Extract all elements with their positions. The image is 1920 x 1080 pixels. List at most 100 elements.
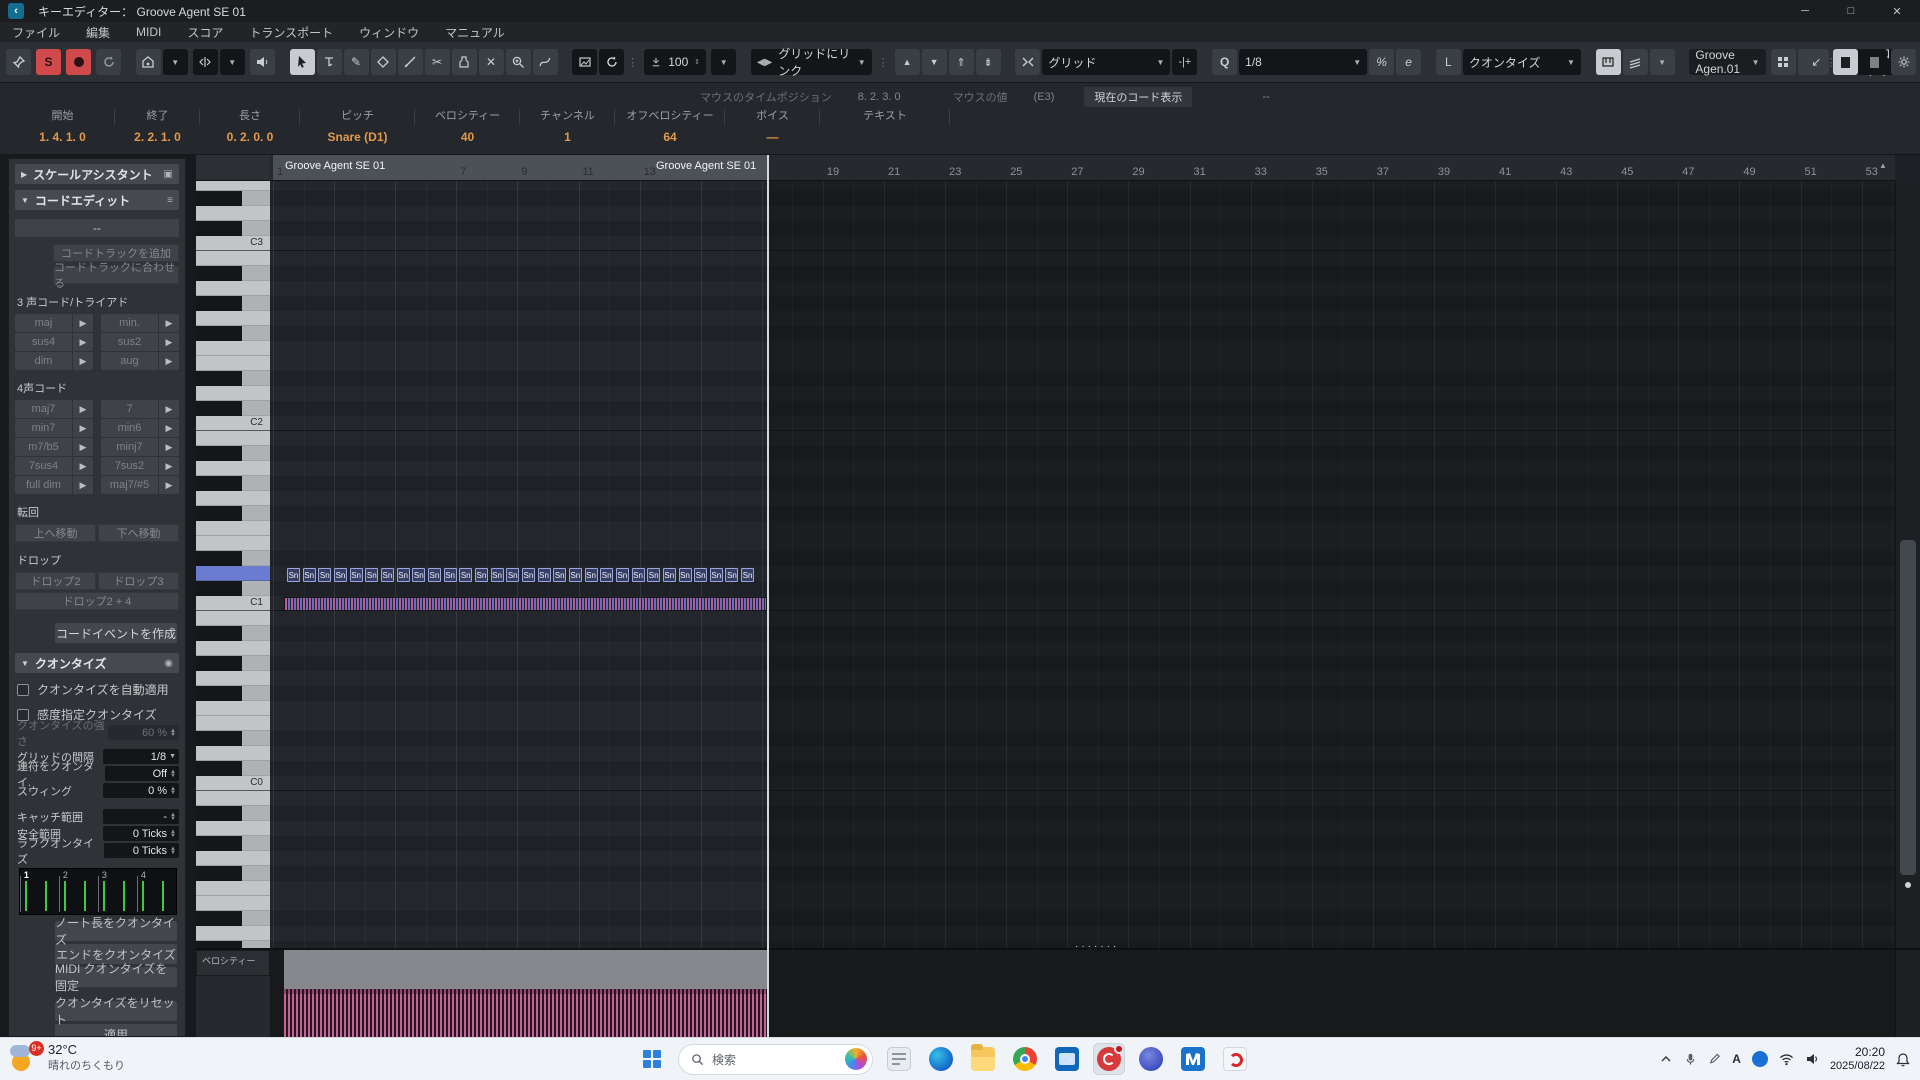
velocity-lane-label[interactable]: ベロシティー bbox=[196, 950, 270, 976]
glue-tool[interactable] bbox=[452, 49, 477, 75]
file-explorer-icon[interactable] bbox=[967, 1043, 999, 1075]
trim-tool[interactable] bbox=[317, 49, 342, 75]
piano-key-C3[interactable]: C3 bbox=[196, 236, 270, 251]
split-tool[interactable]: ✂ bbox=[425, 49, 450, 75]
part-select[interactable]: Groove Agen.01 ▼ bbox=[1689, 49, 1765, 75]
length-quantize-select[interactable]: クオンタイズ ▼ bbox=[1463, 49, 1581, 75]
steinberg-app-icon[interactable] bbox=[1219, 1043, 1251, 1075]
piano-key-B1[interactable] bbox=[196, 431, 270, 446]
info-field[interactable]: ボイス— bbox=[725, 107, 820, 144]
transpositions-dropdown[interactable]: ▼ bbox=[220, 49, 245, 75]
midi-note-snare[interactable]: Sn bbox=[725, 568, 738, 582]
tray-chevron-icon[interactable] bbox=[1659, 1052, 1673, 1066]
chord-play-arrow-icon[interactable]: ▶ bbox=[73, 457, 93, 475]
piano-key-B2[interactable] bbox=[196, 251, 270, 266]
midi-note-snare[interactable]: Sn bbox=[303, 568, 316, 582]
move-up-inversion-button[interactable]: 上へ移動 bbox=[15, 524, 96, 542]
retrospective-record-button[interactable] bbox=[96, 49, 121, 75]
quantize-action-button[interactable]: ノート長をクオンタイズ bbox=[55, 921, 177, 941]
piano-key-G0[interactable] bbox=[196, 671, 270, 686]
chord-button-maj7[interactable]: maj7▶ bbox=[15, 400, 93, 418]
piano-key-C#0[interactable] bbox=[196, 761, 270, 776]
quantize-setting-value[interactable]: 0 Ticks▲▼ bbox=[103, 826, 179, 841]
piano-key-G2[interactable] bbox=[196, 311, 270, 326]
piano-key-G#-1[interactable] bbox=[196, 836, 270, 851]
info-field-value[interactable]: 0. 2. 0. 0 bbox=[200, 130, 300, 144]
midi-note-snare[interactable]: Sn bbox=[585, 568, 598, 582]
nudge-grid-select[interactable]: ◀▶ グリッドにリンク ▼ bbox=[751, 49, 872, 75]
chord-button-7[interactable]: 7▶ bbox=[101, 400, 179, 418]
quantize-icon-button[interactable]: Q bbox=[1212, 49, 1237, 75]
midi-note-snare[interactable]: Sn bbox=[600, 568, 613, 582]
piano-key-B-1[interactable] bbox=[196, 791, 270, 806]
chord-play-arrow-icon[interactable]: ▶ bbox=[73, 314, 93, 332]
piano-key-D-1[interactable] bbox=[196, 926, 270, 941]
draw-tool[interactable]: ✎ bbox=[344, 49, 369, 75]
piano-key-E3[interactable] bbox=[196, 181, 270, 191]
bluetooth-tray-icon[interactable] bbox=[1752, 1051, 1768, 1067]
chord-play-arrow-icon[interactable]: ▶ bbox=[159, 419, 179, 437]
mute-tool[interactable]: ✕ bbox=[479, 49, 504, 75]
iterative-quantize-button[interactable]: % bbox=[1369, 49, 1394, 75]
chord-button-fulldim[interactable]: full dim▶ bbox=[15, 476, 93, 494]
piano-key-F2[interactable] bbox=[196, 341, 270, 356]
grid-type-button[interactable]: -|+ bbox=[1172, 49, 1197, 75]
piano-key-G#0[interactable] bbox=[196, 656, 270, 671]
menu-item-マニュアル[interactable]: マニュアル bbox=[445, 24, 505, 41]
stepper-icon[interactable]: ▲▼ bbox=[170, 830, 176, 838]
pitch-visibility-button[interactable] bbox=[136, 49, 161, 75]
record-button[interactable] bbox=[66, 49, 91, 75]
piano-key-E0[interactable] bbox=[196, 716, 270, 731]
vertical-scrollbar-thumb[interactable] bbox=[1900, 540, 1916, 875]
piano-key-F#-1[interactable] bbox=[196, 866, 270, 881]
info-field-value[interactable]: — bbox=[725, 130, 820, 144]
piano-key-A0[interactable] bbox=[196, 641, 270, 656]
quantize-action-button[interactable]: MIDI クオンタイズを固定 bbox=[55, 967, 177, 987]
velocity-lane[interactable] bbox=[270, 950, 1895, 1037]
chord-play-arrow-icon[interactable]: ▶ bbox=[159, 457, 179, 475]
piano-key-C1[interactable]: C1 bbox=[196, 596, 270, 611]
chord-play-arrow-icon[interactable]: ▶ bbox=[159, 333, 179, 351]
piano-key-D#3[interactable] bbox=[196, 191, 270, 206]
solo-editor-button[interactable]: S bbox=[36, 49, 61, 75]
weather-widget[interactable]: 9+ 32°C 晴れのちくもり bbox=[10, 1042, 125, 1073]
menu-item-編集[interactable]: 編集 bbox=[86, 24, 110, 41]
info-field[interactable]: ピッチSnare (D1) bbox=[300, 107, 415, 144]
piano-key-C#2[interactable] bbox=[196, 401, 270, 416]
quantize-preset-select[interactable]: 1/8 ▼ bbox=[1239, 49, 1367, 75]
piano-key-A#0[interactable] bbox=[196, 626, 270, 641]
midi-note-snare[interactable]: Sn bbox=[522, 568, 535, 582]
chord-button-7sus2[interactable]: 7sus2▶ bbox=[101, 457, 179, 475]
piano-key-A#-1[interactable] bbox=[196, 806, 270, 821]
search-box[interactable]: 検索 bbox=[678, 1044, 873, 1075]
piano-key-F#1[interactable] bbox=[196, 506, 270, 521]
chord-play-arrow-icon[interactable]: ▶ bbox=[159, 476, 179, 494]
auto-apply-quantize-row[interactable]: クオンタイズを自動適用 bbox=[17, 681, 179, 698]
pen-icon[interactable] bbox=[1708, 1052, 1721, 1066]
piano-key-A1[interactable] bbox=[196, 461, 270, 476]
piano-key-F-1[interactable] bbox=[196, 881, 270, 896]
piano-key-B0[interactable] bbox=[196, 611, 270, 626]
chord-play-arrow-icon[interactable]: ▶ bbox=[159, 438, 179, 456]
midi-note-snare[interactable]: Sn bbox=[428, 568, 441, 582]
move-down-inversion-button[interactable]: 下へ移動 bbox=[98, 524, 179, 542]
chord-play-arrow-icon[interactable]: ▶ bbox=[73, 438, 93, 456]
midi-note-snare[interactable]: Sn bbox=[632, 568, 645, 582]
teams-app-icon[interactable] bbox=[1135, 1043, 1167, 1075]
info-field[interactable]: テキスト bbox=[820, 107, 950, 144]
minimize-button[interactable]: ─ bbox=[1782, 0, 1828, 22]
show-data-grid-button[interactable] bbox=[1771, 49, 1796, 75]
menu-item-スコア[interactable]: スコア bbox=[187, 24, 223, 41]
quantize-setting-value[interactable]: Off▲▼ bbox=[105, 766, 179, 781]
quantize-setting-value[interactable]: 1/8▼ bbox=[103, 749, 179, 764]
piano-key-D0[interactable] bbox=[196, 746, 270, 761]
chord-button-maj75[interactable]: maj7/#5▶ bbox=[101, 476, 179, 494]
chord-button-minj7[interactable]: minj7▶ bbox=[101, 438, 179, 456]
midi-note-snare[interactable]: Sn bbox=[444, 568, 457, 582]
menu-item-トランスポート[interactable]: トランスポート bbox=[249, 24, 333, 41]
erase-tool[interactable] bbox=[371, 49, 396, 75]
piano-key-E1[interactable] bbox=[196, 536, 270, 551]
move-down-button[interactable]: ▼ bbox=[922, 49, 947, 75]
midi-note-snare[interactable]: Sn bbox=[506, 568, 519, 582]
piano-key-C#3[interactable] bbox=[196, 221, 270, 236]
